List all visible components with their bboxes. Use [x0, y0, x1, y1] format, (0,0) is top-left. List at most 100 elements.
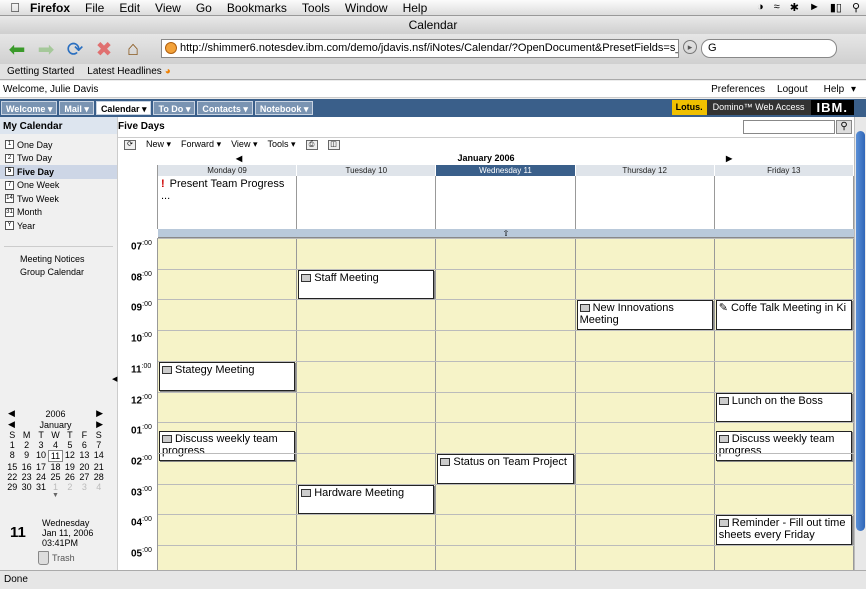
- scrollbar-thumb[interactable]: [856, 131, 865, 531]
- mini-cal-day[interactable]: 5: [63, 440, 77, 450]
- calendar-event[interactable]: Discuss weekly team progress: [159, 430, 296, 461]
- mini-cal-day[interactable]: 13: [77, 450, 91, 462]
- refresh-icon[interactable]: ⟳: [124, 139, 136, 150]
- back-arrow-icon[interactable]: ⬅: [4, 36, 30, 62]
- menu-bookmarks[interactable]: Bookmarks: [227, 1, 287, 15]
- menu-go[interactable]: Go: [196, 1, 212, 15]
- mini-cal-day[interactable]: 12: [63, 450, 77, 462]
- mini-cal-day[interactable]: 11: [48, 450, 63, 462]
- battery-icon[interactable]: ▮▯: [830, 1, 842, 14]
- tab-contacts[interactable]: Contacts ▾: [197, 101, 253, 115]
- allday-cell[interactable]: [575, 176, 715, 229]
- calendar-event[interactable]: Reminder - Fill out time sheets every Fr…: [715, 515, 852, 545]
- go-button[interactable]: ▸: [683, 40, 697, 54]
- allday-cell[interactable]: [436, 176, 576, 229]
- moon-icon[interactable]: ◑: [757, 1, 764, 14]
- new-button[interactable]: New ▾: [146, 139, 171, 150]
- menu-view[interactable]: View: [155, 1, 181, 15]
- trash-link[interactable]: Trash: [38, 551, 75, 565]
- mini-cal-day[interactable]: 14: [92, 450, 106, 462]
- mini-cal-day[interactable]: 31: [34, 482, 48, 492]
- stop-icon[interactable]: ✖: [91, 36, 117, 62]
- mini-cal-day[interactable]: 4: [92, 482, 106, 492]
- calendar-event[interactable]: Status on Team Project: [437, 453, 574, 484]
- scrollbar[interactable]: [854, 117, 866, 570]
- next-period-icon[interactable]: ▶: [726, 152, 732, 165]
- day-column[interactable]: Status on Team Project: [436, 238, 576, 570]
- prev-month-icon[interactable]: ◀: [8, 419, 15, 430]
- allday-cell[interactable]: [297, 176, 437, 229]
- day-column[interactable]: New Innovations Meeting: [575, 238, 715, 570]
- mini-cal-day[interactable]: 29: [5, 482, 19, 492]
- mini-cal-day[interactable]: 17: [34, 462, 48, 472]
- calendar-event[interactable]: Discuss weekly team progress: [715, 430, 852, 461]
- mini-cal-day[interactable]: 2: [19, 440, 33, 450]
- search-icon[interactable]: ⚲: [836, 120, 852, 134]
- tools-menu-button[interactable]: Tools ▾: [267, 139, 295, 150]
- mini-cal-day[interactable]: 7: [92, 440, 106, 450]
- view-five-day[interactable]: 5 Five Day: [0, 165, 117, 179]
- next-year-icon[interactable]: ▶: [96, 408, 103, 419]
- calendar-event[interactable]: Lunch on the Boss: [715, 392, 852, 423]
- mini-cal-day[interactable]: 10: [34, 450, 48, 462]
- mini-cal-day[interactable]: 28: [92, 472, 106, 482]
- spotlight-icon[interactable]: ⚲: [852, 1, 860, 14]
- mini-cal-day[interactable]: 23: [19, 472, 33, 482]
- timeline-divider[interactable]: ⇧: [158, 229, 854, 238]
- prev-period-icon[interactable]: ◀: [236, 152, 242, 165]
- menu-help[interactable]: Help: [403, 1, 428, 15]
- mini-cal-day[interactable]: 1: [5, 440, 19, 450]
- calendar-event[interactable]: Hardware Meeting: [298, 484, 435, 515]
- bookmark-latest-headlines[interactable]: Latest Headlines: [87, 66, 162, 77]
- mini-cal-day[interactable]: 1: [48, 482, 62, 492]
- menu-tools[interactable]: Tools: [302, 1, 330, 15]
- mini-cal-day[interactable]: 22: [5, 472, 19, 482]
- day-header[interactable]: Wednesday 11: [436, 165, 576, 176]
- view-two-week[interactable]: 14 Two Week: [0, 192, 117, 206]
- mini-cal-day[interactable]: 24: [34, 472, 48, 482]
- day-header[interactable]: Tuesday 10: [297, 165, 437, 176]
- mini-cal-day[interactable]: 21: [92, 462, 106, 472]
- calendar-event[interactable]: Stategy Meeting: [159, 361, 296, 392]
- calendar-event[interactable]: ✎ Coffe Talk Meeting in Ki: [715, 300, 852, 331]
- collapse-pane-icon[interactable]: ◀: [112, 375, 117, 383]
- menu-edit[interactable]: Edit: [119, 1, 140, 15]
- view-menu-button[interactable]: View ▾: [231, 139, 257, 150]
- mini-cal-day[interactable]: 6: [77, 440, 91, 450]
- mini-cal-day[interactable]: 16: [19, 462, 33, 472]
- bookmark-getting-started[interactable]: Getting Started: [7, 66, 74, 77]
- mini-cal-day[interactable]: 4: [48, 440, 62, 450]
- forward-arrow-icon[interactable]: ➡: [33, 36, 59, 62]
- view-one-day[interactable]: 1 One Day: [0, 138, 117, 152]
- calendar-event[interactable]: New Innovations Meeting: [576, 300, 713, 331]
- calendar-event[interactable]: Staff Meeting: [298, 269, 435, 300]
- menu-window[interactable]: Window: [345, 1, 388, 15]
- allday-event[interactable]: ! Present Team Progress...: [161, 178, 284, 202]
- meeting-notices-link[interactable]: Meeting Notices: [0, 253, 117, 266]
- mini-cal-day[interactable]: 25: [48, 472, 62, 482]
- volume-icon[interactable]: ►: [809, 1, 820, 14]
- view-one-week[interactable]: 7 One Week: [0, 179, 117, 193]
- mini-cal-day[interactable]: 9: [19, 450, 33, 462]
- group-calendar-link[interactable]: Group Calendar: [0, 266, 117, 279]
- view-two-day[interactable]: 2 Two Day: [0, 152, 117, 166]
- home-icon[interactable]: ⌂: [120, 36, 146, 62]
- mini-cal-day[interactable]: 15: [5, 462, 19, 472]
- expand-up-icon[interactable]: ⇧: [503, 229, 510, 238]
- logout-link[interactable]: Logout: [773, 84, 812, 95]
- apple-menu-icon[interactable]: : [0, 0, 30, 15]
- allday-cell[interactable]: ! Present Team Progress...: [158, 176, 298, 229]
- mini-cal-day[interactable]: 18: [48, 462, 62, 472]
- calendar-search-input[interactable]: [743, 120, 835, 134]
- mini-cal-day[interactable]: 3: [34, 440, 48, 450]
- mini-cal-day[interactable]: 2: [63, 482, 77, 492]
- day-column[interactable]: Stategy Meeting Discuss weekly team progr…: [158, 238, 298, 570]
- mini-cal-day[interactable]: 30: [19, 482, 33, 492]
- prev-year-icon[interactable]: ◀: [8, 408, 15, 419]
- tab-mail[interactable]: Mail ▾: [59, 101, 94, 115]
- tab-todo[interactable]: To Do ▾: [153, 101, 196, 115]
- day-header[interactable]: Monday 09: [158, 165, 298, 176]
- delete-icon[interactable]: ◫: [327, 139, 340, 150]
- view-year[interactable]: Y Year: [0, 219, 117, 233]
- allday-cell[interactable]: [714, 176, 854, 229]
